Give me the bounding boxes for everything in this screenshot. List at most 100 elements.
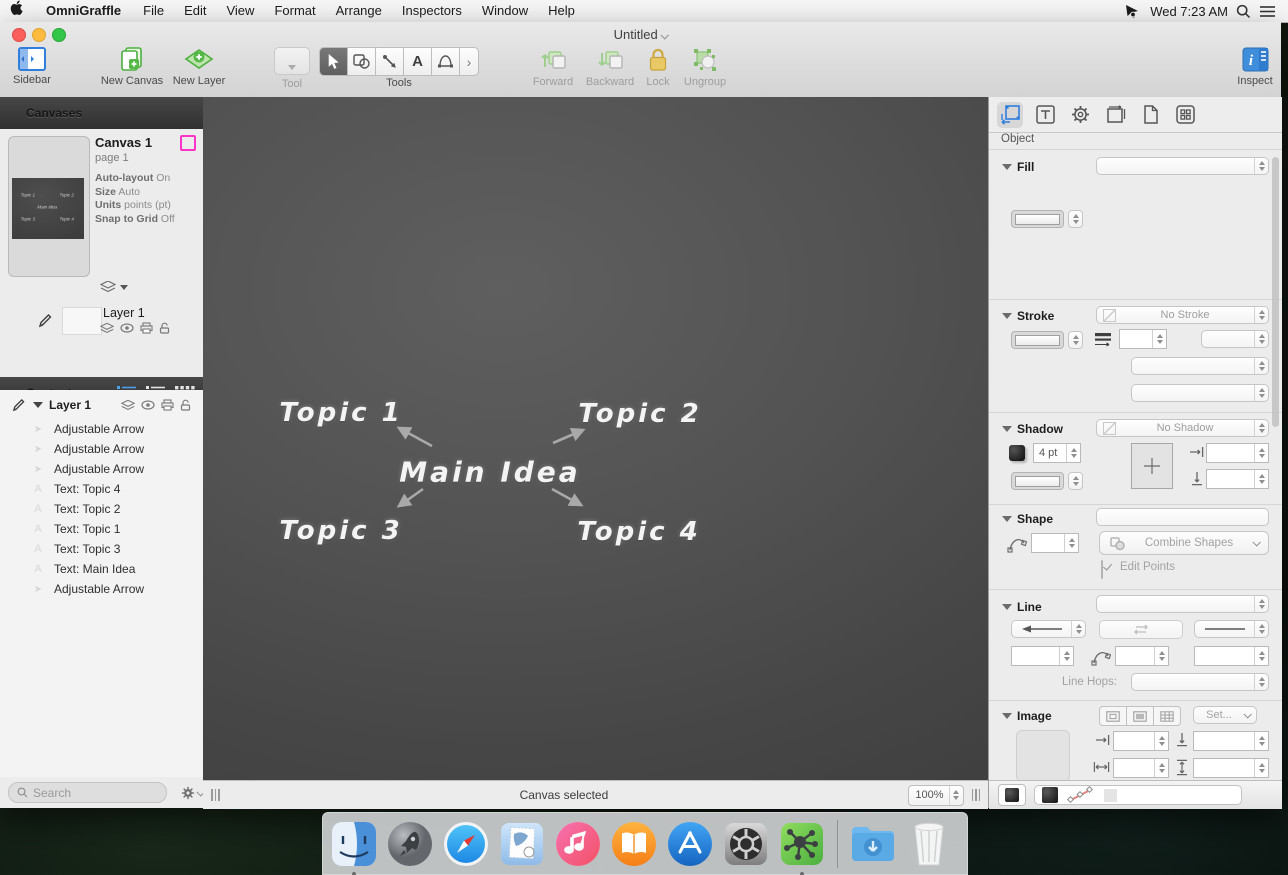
list-item[interactable]: ➤Adjustable Arrow (0, 439, 203, 459)
pointer-status-icon[interactable] (1124, 4, 1142, 19)
apple-menu[interactable] (0, 0, 34, 23)
menu-window[interactable]: Window (472, 0, 538, 22)
forward-button[interactable]: Forward (528, 47, 578, 88)
menu-arrange[interactable]: Arrange (326, 0, 392, 22)
image-stretch-button[interactable] (1127, 706, 1154, 726)
tool-dropdown[interactable]: Tool (270, 47, 314, 90)
canvas-name[interactable]: Canvas 1 (95, 135, 152, 150)
inspect-button[interactable]: i Inspect (1230, 47, 1280, 87)
zoom-stepper[interactable] (949, 786, 963, 805)
dock-safari[interactable] (441, 819, 491, 869)
shadow-header[interactable]: Shadow (1002, 422, 1063, 436)
layer-lock-icon[interactable] (159, 322, 170, 334)
app-menu[interactable]: OmniGraffle (34, 0, 133, 22)
image-v-size-field[interactable] (1193, 758, 1269, 778)
list-item[interactable]: AText: Topic 2 (0, 499, 203, 519)
more-tools-button[interactable]: › (460, 47, 479, 76)
shadow-v-offset-field[interactable] (1206, 469, 1269, 489)
node-main-idea[interactable]: Main Idea (399, 456, 580, 489)
combine-shapes-dropdown[interactable]: Combine Shapes (1099, 531, 1269, 555)
layer-thumbnail[interactable] (62, 307, 102, 335)
selection-tool-button[interactable] (319, 47, 348, 76)
edit-points-checkbox[interactable] (1101, 560, 1103, 579)
search-input[interactable]: Search (8, 782, 167, 803)
node-topic2[interactable]: Topic 2 (578, 399, 701, 429)
canvas-thumbnail[interactable]: Topic 1 Topic 2 Main Idea Topic 3 Topic … (8, 136, 90, 277)
menu-edit[interactable]: Edit (174, 0, 216, 22)
stroke-width-field[interactable] (1119, 329, 1167, 349)
tab-properties[interactable] (1067, 102, 1093, 128)
layer-stack-icon[interactable] (121, 400, 135, 411)
inspector-scrollbar[interactable] (1272, 157, 1279, 427)
shape-header[interactable]: Shape (1002, 512, 1053, 526)
node-topic4[interactable]: Topic 4 (577, 517, 700, 547)
shape-dropdown[interactable] (1096, 508, 1269, 526)
line-tool-button[interactable] (376, 47, 404, 76)
line-end-arrow-dropdown[interactable] (1194, 620, 1269, 638)
menu-clock[interactable]: Wed 7:23 AM (1150, 4, 1228, 19)
fill-style-chip[interactable] (1042, 787, 1058, 803)
line-hops-dropdown[interactable] (1131, 673, 1269, 691)
tab-text[interactable] (1032, 102, 1058, 128)
list-item[interactable]: ➤Adjustable Arrow (0, 419, 203, 439)
tab-canvas-size[interactable] (1102, 102, 1128, 128)
stroke-color-well[interactable] (1011, 331, 1083, 349)
image-natural-button[interactable] (1099, 706, 1127, 726)
drawing-canvas[interactable]: Topic 1 Topic 2 Main Idea Topic 3 Topic … (203, 97, 988, 780)
menu-file[interactable]: File (133, 0, 174, 22)
shape-tool-button[interactable] (348, 47, 376, 76)
style-tray[interactable] (1034, 785, 1242, 805)
shadow-position-picker[interactable] (1131, 443, 1173, 489)
dock-books[interactable] (609, 819, 659, 869)
fill-header[interactable]: Fill (1002, 160, 1034, 174)
list-item[interactable]: AText: Main Idea (0, 559, 203, 579)
list-item[interactable]: AText: Topic 4 (0, 479, 203, 499)
layers-dropdown[interactable] (100, 281, 128, 293)
layer-print-icon[interactable] (140, 322, 153, 334)
list-item[interactable]: ➤Adjustable Arrow (0, 579, 203, 599)
image-preview-well[interactable] (1016, 730, 1070, 782)
image-set-dropdown[interactable]: Set... (1193, 706, 1257, 724)
layer-lock-icon[interactable] (180, 399, 191, 411)
dock-omnigraffle[interactable] (777, 819, 827, 869)
layer-name[interactable]: Layer 1 (103, 306, 145, 320)
tab-document[interactable] (1137, 102, 1163, 128)
layer-visibility-icon[interactable] (141, 400, 155, 410)
splitter-grip-icon[interactable] (972, 789, 981, 801)
fill-type-dropdown[interactable] (1096, 157, 1269, 175)
shadow-h-offset-field[interactable] (1206, 443, 1269, 463)
tab-object[interactable] (997, 102, 1023, 128)
node-topic3[interactable]: Topic 3 (279, 516, 402, 546)
line-header[interactable]: Line (1002, 600, 1042, 614)
stroke-corner-dropdown[interactable] (1131, 357, 1269, 375)
stroke-style-chip[interactable] (1066, 786, 1096, 804)
line-field-1[interactable] (1011, 646, 1074, 666)
shape-radius-field[interactable] (1031, 533, 1079, 553)
stroke-type-dropdown[interactable]: No Stroke (1096, 306, 1269, 324)
line-field-2[interactable] (1115, 646, 1169, 666)
contents-layer-row[interactable]: Layer 1 (0, 395, 203, 415)
stroke-style-dropdown[interactable] (1201, 330, 1269, 348)
stroke-pattern-dropdown[interactable] (1131, 384, 1269, 402)
line-type-dropdown[interactable] (1096, 595, 1269, 613)
menu-inspectors[interactable]: Inspectors (392, 0, 472, 22)
dock-itunes[interactable] (553, 819, 603, 869)
list-item[interactable]: AText: Topic 3 (0, 539, 203, 559)
image-h-size-field[interactable] (1113, 758, 1169, 778)
stroke-header[interactable]: Stroke (1002, 309, 1054, 323)
disclosure-triangle-icon[interactable] (33, 402, 43, 408)
title-chevron-icon[interactable] (661, 31, 669, 39)
spotlight-icon[interactable] (1236, 4, 1251, 19)
sidebar-toggle-button[interactable]: Sidebar (8, 47, 56, 86)
line-field-3[interactable] (1194, 646, 1269, 666)
node-topic1[interactable]: Topic 1 (279, 398, 402, 428)
image-h-offset-field[interactable] (1113, 731, 1169, 751)
dock-downloads[interactable] (848, 819, 898, 869)
dock-finder[interactable] (329, 819, 379, 869)
tab-stencils[interactable] (1172, 102, 1198, 128)
menu-view[interactable]: View (216, 0, 264, 22)
new-layer-button[interactable]: New Layer (171, 47, 227, 87)
shadow-blur-field[interactable]: 4 pt (1033, 443, 1081, 463)
dock-appstore[interactable] (665, 819, 715, 869)
new-canvas-button[interactable]: New Canvas (101, 47, 163, 87)
